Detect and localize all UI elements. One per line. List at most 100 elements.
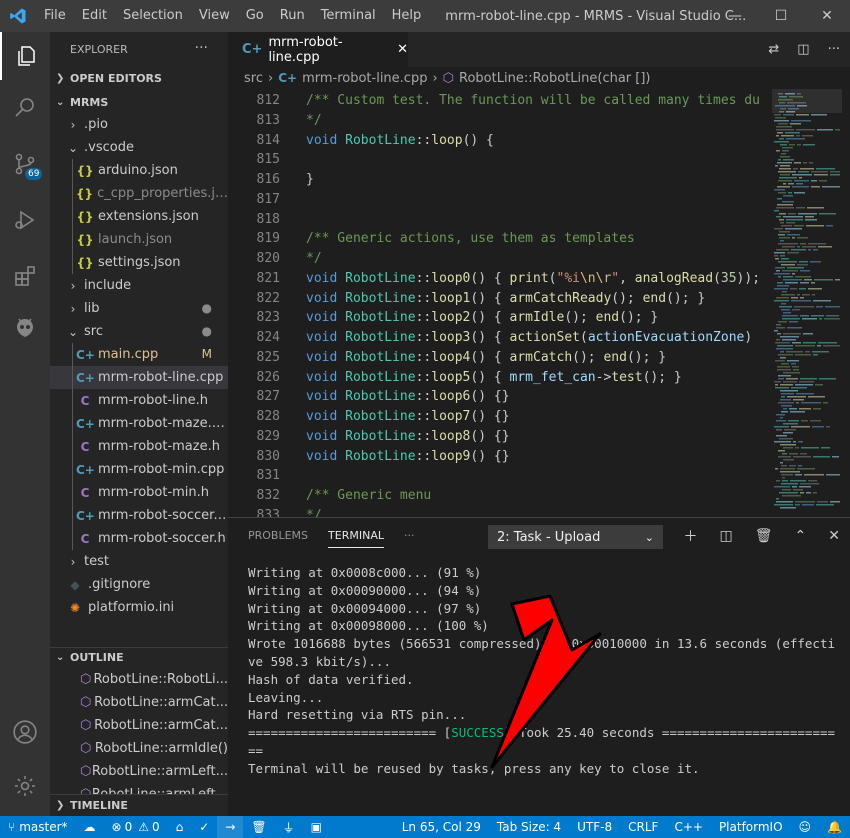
file-item[interactable]: C+ mrm-robot-maze.cpp bbox=[50, 412, 228, 435]
close-panel-icon[interactable]: ✕ bbox=[828, 528, 840, 544]
file-item[interactable]: Cmrm-robot-maze.h bbox=[50, 435, 228, 458]
outline-section[interactable]: ⌄ OUTLINE bbox=[50, 646, 228, 668]
menu-help[interactable]: Help bbox=[384, 0, 430, 32]
line-number: 814 bbox=[256, 132, 280, 148]
breadcrumb-folder[interactable]: src bbox=[244, 71, 263, 86]
file-item[interactable]: C+ mrm-robot-soccer.c... bbox=[50, 504, 228, 527]
outline-item-label: RobotLine::RobotLi... bbox=[93, 672, 228, 687]
terminal-icon[interactable]: ▣ bbox=[303, 816, 330, 838]
file-item[interactable]: C+ mrm-robot-min.cpp bbox=[50, 458, 228, 481]
folder-item[interactable]: › include bbox=[50, 274, 228, 297]
split-terminal-icon[interactable]: ◫ bbox=[720, 528, 733, 544]
outline-item[interactable]: ⬡ RobotLine::armIdle() bbox=[50, 737, 228, 760]
file-item[interactable]: {} c_cpp_properties.json bbox=[50, 182, 228, 205]
close-tab-icon[interactable]: ✕ bbox=[397, 42, 408, 57]
file-item[interactable]: {} launch.json bbox=[50, 228, 228, 251]
tab-mrm-robot-line[interactable]: C+ mrm-robot-line.cpp ✕ bbox=[228, 32, 408, 67]
explorer-icon[interactable] bbox=[0, 32, 50, 80]
file-item[interactable]: {} extensions.json bbox=[50, 205, 228, 228]
more-actions-icon[interactable]: ··· bbox=[828, 42, 840, 57]
folder-item[interactable]: ⌄ .vscode bbox=[50, 136, 228, 159]
extensions-icon[interactable] bbox=[0, 252, 50, 300]
platformio-icon[interactable] bbox=[0, 304, 50, 352]
file-item[interactable]: C+ mrm-robot-line.cpp bbox=[50, 366, 228, 389]
breadcrumb-file[interactable]: mrm-robot-line.cpp bbox=[302, 71, 427, 86]
tab-terminal[interactable]: TERMINAL bbox=[328, 518, 384, 554]
explorer-more-button[interactable]: ··· bbox=[195, 40, 208, 56]
file-item[interactable]: ◆ .gitignore bbox=[50, 573, 228, 596]
maximize-panel-icon[interactable]: ⌃ bbox=[795, 528, 807, 544]
tab-size[interactable]: Tab Size: 4 bbox=[489, 816, 569, 838]
folder-item[interactable]: › lib ● bbox=[50, 297, 228, 320]
problems-status[interactable]: ⊗ 0 ⚠ 0 bbox=[104, 816, 168, 838]
sync-icon[interactable]: ☁ bbox=[76, 816, 104, 838]
folder-item[interactable]: › .pio bbox=[50, 113, 228, 136]
search-icon[interactable] bbox=[0, 84, 50, 132]
encoding[interactable]: UTF-8 bbox=[569, 816, 620, 838]
indent-guide bbox=[72, 228, 73, 251]
file-item[interactable]: C+ main.cpp M bbox=[50, 343, 228, 366]
run-debug-icon[interactable] bbox=[0, 196, 50, 244]
folder-item[interactable]: › test bbox=[50, 550, 228, 573]
minimap[interactable] bbox=[772, 89, 842, 517]
tree-item-label: test bbox=[84, 554, 109, 569]
menu-edit[interactable]: Edit bbox=[74, 0, 115, 32]
clean-trash-icon[interactable]: 🗑 bbox=[243, 816, 274, 838]
line-ending[interactable]: CRLF bbox=[620, 816, 666, 838]
menu-view[interactable]: View bbox=[191, 0, 238, 32]
file-item[interactable]: Cmrm-robot-soccer.h bbox=[50, 527, 228, 550]
minimize-button[interactable]: — bbox=[712, 0, 758, 32]
file-item[interactable]: Cmrm-robot-line.h bbox=[50, 389, 228, 412]
activity-bar: 69 bbox=[0, 32, 50, 816]
settings-gear-icon[interactable] bbox=[0, 762, 50, 810]
compare-changes-icon[interactable]: ⇄ bbox=[768, 42, 779, 57]
file-item[interactable]: ✺ platformio.ini bbox=[50, 596, 228, 619]
breadcrumb-symbol[interactable]: RobotLine::RobotLine(char []) bbox=[459, 71, 650, 86]
file-tree: › .pio ⌄ .vscode{} arduino.json{} c_cpp_prope… bbox=[50, 113, 228, 619]
new-terminal-icon[interactable]: ＋ bbox=[684, 526, 698, 546]
file-item[interactable]: {} settings.json bbox=[50, 251, 228, 274]
maximize-button[interactable]: ☐ bbox=[758, 0, 804, 32]
folder-item[interactable]: ⌄ src ● bbox=[50, 320, 228, 343]
split-editor-icon[interactable]: ◫ bbox=[797, 42, 809, 57]
timeline-section[interactable]: ❯ TIMELINE bbox=[50, 794, 228, 816]
code-editor[interactable]: 812 /** Custom test. The function will be… bbox=[228, 89, 850, 517]
terminal-select[interactable]: 2: Task - Upload ⌄ bbox=[488, 525, 663, 549]
code-line: 819 /** Generic actions, use them as temp… bbox=[228, 229, 768, 249]
accounts-icon[interactable] bbox=[0, 708, 50, 756]
upload-arrow-icon[interactable]: → bbox=[217, 816, 244, 838]
code-text: void RobotLine::loop9() {} bbox=[306, 448, 510, 464]
outline-item[interactable]: ⬡ RobotLine::RobotLi... bbox=[50, 668, 228, 691]
outline-item[interactable]: ⬡RobotLine::armLeft... bbox=[50, 760, 228, 783]
code-line: 831 bbox=[228, 466, 768, 486]
open-editors-label: OPEN EDITORS bbox=[70, 71, 162, 85]
platform-config[interactable]: PlatformIO bbox=[711, 816, 791, 838]
build-check-icon[interactable]: ✓ bbox=[191, 816, 217, 838]
menu-file[interactable]: File bbox=[36, 0, 74, 32]
notifications-bell-icon[interactable]: 🔔 bbox=[819, 816, 850, 838]
cursor-position[interactable]: Ln 65, Col 29 bbox=[394, 816, 489, 838]
code-text: */ bbox=[306, 507, 322, 517]
project-section[interactable]: ⌄ MRMS bbox=[50, 91, 228, 113]
tab-problems[interactable]: PROBLEMS bbox=[248, 518, 308, 554]
outline-item[interactable]: ⬡ RobotLine::armCat... bbox=[50, 691, 228, 714]
menu-run[interactable]: Run bbox=[272, 0, 313, 32]
file-item[interactable]: {} arduino.json bbox=[50, 159, 228, 182]
outline-item[interactable]: ⬡ RobotLine::armCat... bbox=[50, 714, 228, 737]
file-item[interactable]: Cmrm-robot-min.h bbox=[50, 481, 228, 504]
source-control-icon[interactable]: 69 bbox=[0, 140, 50, 188]
git-branch-icon: ⑂ bbox=[8, 820, 16, 834]
code-text: void RobotLine::loop5() { mrm_fet_can->t… bbox=[306, 369, 682, 385]
panel-more-button[interactable]: ··· bbox=[404, 518, 415, 554]
language-mode[interactable]: C++ bbox=[666, 816, 711, 838]
trash-icon[interactable]: 🗑 bbox=[755, 528, 773, 544]
home-icon[interactable]: ⌂ bbox=[168, 816, 192, 838]
close-window-button[interactable]: ✕ bbox=[804, 0, 850, 32]
feedback-icon[interactable]: ☺ bbox=[791, 816, 820, 838]
menu-terminal[interactable]: Terminal bbox=[313, 0, 384, 32]
menu-go[interactable]: Go bbox=[238, 0, 272, 32]
menu-selection[interactable]: Selection bbox=[115, 0, 191, 32]
branch-status[interactable]: ⑂ master* bbox=[0, 816, 76, 838]
serial-plug-icon[interactable]: ⏚ bbox=[275, 816, 303, 838]
open-editors-section[interactable]: ❯ OPEN EDITORS bbox=[50, 67, 228, 89]
